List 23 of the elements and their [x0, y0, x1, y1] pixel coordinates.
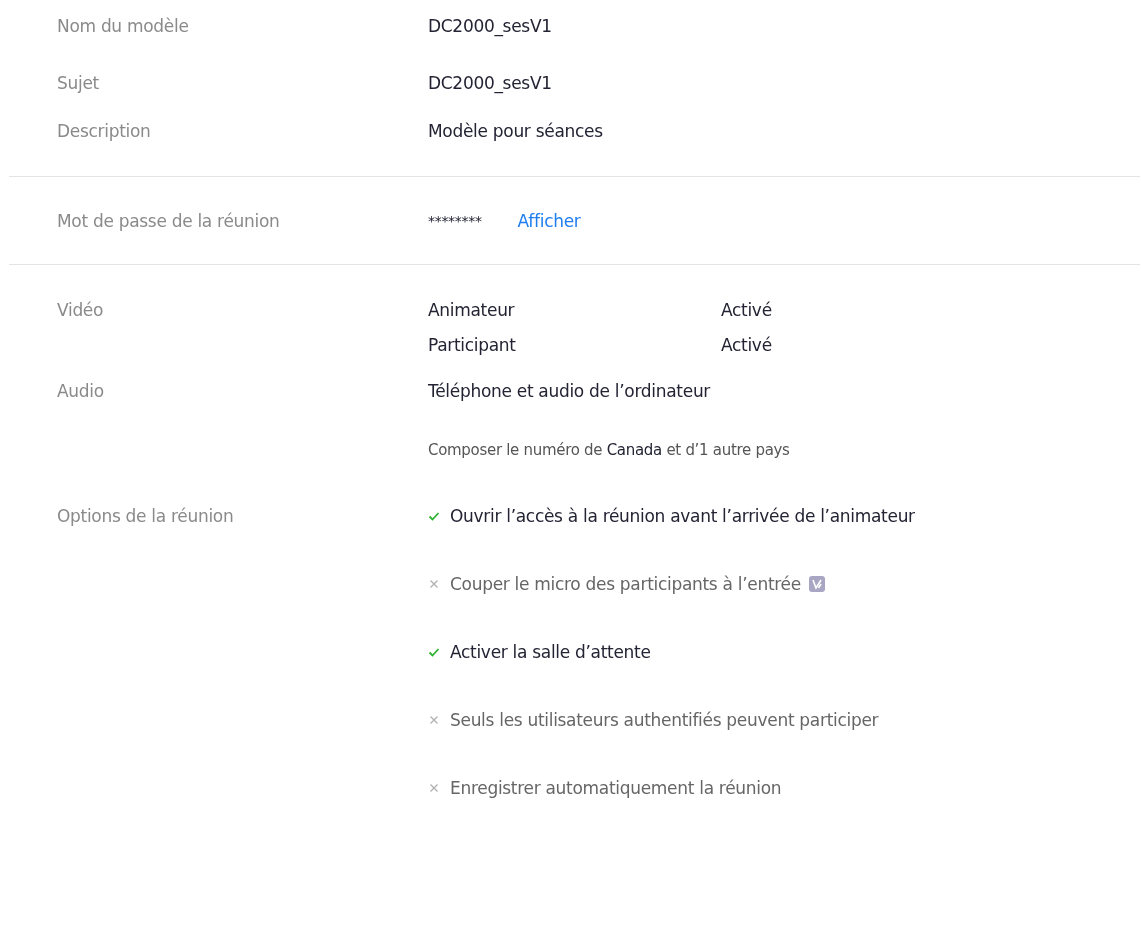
- option-text: Activer la salle d’attente: [450, 642, 651, 662]
- field-label: Audio: [57, 380, 105, 403]
- masked-password: ********: [428, 212, 482, 231]
- field-label: Nom du modèle: [57, 15, 190, 38]
- video-role: Animateur: [428, 299, 516, 322]
- video-status: Activé: [721, 334, 772, 357]
- video-role: Participant: [428, 334, 517, 357]
- video-status: Activé: [721, 299, 772, 322]
- field-value: DC2000_sesV1: [428, 73, 552, 93]
- field-label: Options de la réunion: [57, 505, 235, 528]
- show-link[interactable]: Afficher: [517, 211, 581, 231]
- field-label: Sujet: [57, 72, 100, 95]
- field-label: Mot de passe de la réunion: [57, 210, 281, 233]
- audio-type: Téléphone et audio de l’ordinateur: [428, 380, 712, 403]
- option-text: Couper le micro des participants à l’entrée: [450, 574, 801, 594]
- option-text: Ouvrir l’accès à la réunion avant l’arrivée de l’animateur: [450, 506, 915, 526]
- option-text: Seuls les utilisateurs authentifiés peuvent participer: [450, 710, 879, 730]
- field-value: DC2000_sesV1: [428, 16, 552, 36]
- field-value: Modèle pour séances: [428, 121, 603, 141]
- field-label: Vidéo: [57, 299, 105, 322]
- dial-in-note: Composer le numéro de Canada et d’1 autre pays: [428, 441, 791, 459]
- option-text: Enregistrer automatiquement la réunion: [450, 778, 782, 798]
- field-label: Description: [57, 120, 152, 143]
